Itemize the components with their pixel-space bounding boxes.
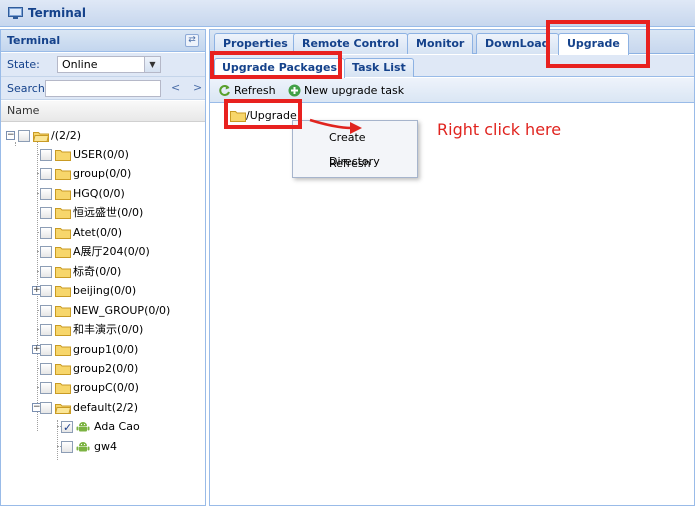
chevron-down-icon[interactable]: ▼	[144, 57, 160, 72]
window-title: Terminal	[28, 6, 87, 20]
tree-label-group: groupC(0/0)	[73, 381, 139, 394]
folder-icon	[55, 325, 71, 336]
folder-icon	[55, 189, 71, 200]
tree-checkbox[interactable]	[40, 324, 52, 336]
tree-checkbox[interactable]	[40, 305, 52, 317]
terminal-panel: Terminal ⇄ State: Online ▼ Search: < > N…	[0, 29, 206, 506]
state-select-value: Online	[62, 58, 98, 71]
folder-open-icon	[33, 132, 49, 142]
refresh-button[interactable]: Refresh	[218, 82, 276, 99]
tree-checkbox[interactable]	[18, 130, 30, 142]
folder-icon	[55, 169, 71, 180]
state-filter-row: State: Online ▼	[1, 53, 205, 77]
search-row: Search: < >	[1, 77, 205, 100]
folder-icon	[55, 247, 71, 258]
tab-task-list[interactable]: Task List	[344, 58, 414, 77]
folder-icon	[55, 345, 71, 356]
tree-checkbox[interactable]	[40, 266, 52, 278]
tree-label-device: Ada Cao	[94, 420, 140, 433]
folder-icon	[55, 208, 71, 219]
tree-label-group: HGQ(0/0)	[73, 187, 125, 200]
refresh-icon	[219, 85, 230, 96]
tree-checkbox[interactable]	[40, 402, 52, 414]
folder-icon	[55, 383, 71, 394]
tree-label-group: group1(0/0)	[73, 343, 139, 356]
name-column-header[interactable]: Name	[1, 101, 205, 122]
terminal-icon	[8, 7, 23, 19]
highlight-upgrade-packages-tab	[210, 51, 342, 79]
tree-checkbox[interactable]	[40, 363, 52, 375]
android-icon	[76, 422, 90, 432]
next-page-button[interactable]: >	[193, 81, 202, 94]
folder-icon	[55, 228, 71, 239]
tree-checkbox[interactable]	[40, 227, 52, 239]
tree-label-group: 恒远盛世(0/0)	[73, 206, 144, 219]
tree-checkbox[interactable]	[40, 149, 52, 161]
state-select[interactable]: Online ▼	[57, 56, 161, 73]
tree-checkbox[interactable]	[40, 285, 52, 297]
tree-label-group: USER(0/0)	[73, 148, 129, 161]
prev-page-button[interactable]: <	[171, 81, 180, 94]
tree-checkbox[interactable]	[40, 382, 52, 394]
annotation-text: Right click here	[437, 120, 562, 139]
new-upgrade-task-button[interactable]: New upgrade task	[288, 82, 404, 99]
tree-checkbox[interactable]	[40, 246, 52, 258]
search-input[interactable]	[45, 80, 161, 97]
tree-guide-line	[15, 142, 16, 146]
collapse-panel-button[interactable]: ⇄	[185, 34, 199, 47]
tree-label-group: NEW_GROUP(0/0)	[73, 304, 171, 317]
annotation-arrow-icon	[309, 118, 362, 134]
folder-icon	[55, 267, 71, 278]
folder-icon	[55, 306, 71, 317]
folder-icon	[55, 150, 71, 161]
tree-label-group: default(2/2)	[73, 401, 138, 414]
tree-label-group: Atet(0/0)	[73, 226, 123, 239]
tab-monitor[interactable]: Monitor	[407, 33, 474, 54]
tree-checkbox[interactable]	[40, 207, 52, 219]
folder-icon	[55, 364, 71, 375]
tree-checkbox[interactable]	[40, 168, 52, 180]
name-column-label: Name	[7, 104, 40, 117]
terminal-panel-header: Terminal	[1, 30, 205, 52]
folder-open-icon	[55, 404, 71, 414]
add-icon	[288, 84, 301, 97]
search-label: Search:	[7, 82, 49, 95]
highlight-upgrade-folder	[224, 99, 302, 129]
tree-label-group: A展厅204(0/0)	[73, 245, 150, 258]
terminal-panel-title: Terminal	[7, 34, 61, 47]
tree-label-group: group(0/0)	[73, 167, 132, 180]
state-label: State:	[7, 58, 40, 71]
tree-checkbox[interactable]	[40, 188, 52, 200]
tree-label-device: gw4	[94, 440, 117, 453]
tree-checkbox[interactable]	[40, 344, 52, 356]
highlight-upgrade-tab	[546, 20, 650, 68]
collapse-icon[interactable]: −	[6, 131, 15, 140]
tree-label-group: group2(0/0)	[73, 362, 139, 375]
android-icon	[76, 442, 90, 452]
tree-label-group: 和丰演示(0/0)	[73, 323, 144, 336]
folder-icon	[55, 286, 71, 297]
refresh-label: Refresh	[234, 84, 276, 97]
tree-checkbox[interactable]	[61, 441, 73, 453]
tree-checkbox-checked[interactable]	[61, 418, 73, 437]
tree-label-group: 标奇(0/0)	[73, 265, 122, 278]
menu-item-refresh[interactable]: Refresh	[293, 152, 417, 176]
new-upgrade-task-label: New upgrade task	[304, 84, 405, 97]
tree-label-group: beijing(0/0)	[73, 284, 137, 297]
tree-label-root: /(2/2)	[51, 129, 81, 142]
